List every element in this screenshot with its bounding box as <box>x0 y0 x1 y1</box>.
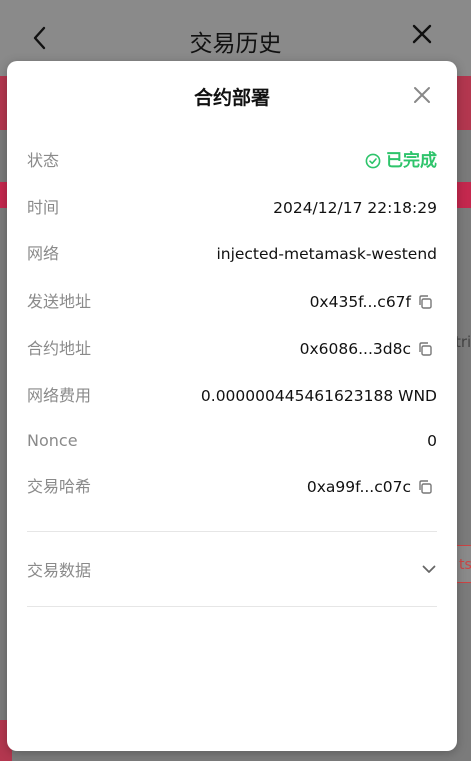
contract-address-row: 合约地址 0x6086...3d8c <box>27 337 437 361</box>
status-label: 状态 <box>27 151 60 170</box>
chevron-down-icon <box>422 565 436 573</box>
sender-address-value: 0x435f...c67f <box>309 293 411 311</box>
background-close-icon[interactable] <box>408 22 436 52</box>
transaction-hash-value: 0xa99f...c07c <box>306 478 411 496</box>
copy-icon[interactable] <box>417 479 433 495</box>
network-label: 网络 <box>27 244 60 263</box>
network-fee-row: 网络费用 0.000000445461623188 WND <box>27 384 437 408</box>
close-icon[interactable] <box>411 84 433 106</box>
contract-address-value: 0x6086...3d8c <box>299 340 411 358</box>
time-row: 时间 2024/12/17 22:18:29 <box>27 196 437 220</box>
transaction-detail-modal: 合约部署 状态 已完成 时间 2024/12/17 22:18:29 网络 in… <box>7 61 457 751</box>
background-side-text: tri <box>455 333 471 351</box>
divider <box>27 606 437 607</box>
nonce-label: Nonce <box>27 431 78 450</box>
contract-address-label: 合约地址 <box>27 339 92 358</box>
network-value: injected-metamask-westend <box>216 245 437 263</box>
copy-icon[interactable] <box>417 341 433 357</box>
transaction-data-label: 交易数据 <box>27 561 92 580</box>
status-row: 状态 已完成 <box>27 149 437 173</box>
screen: 交易历史 tri ts 合约部署 状态 已完成 时间 2024/12/17 22… <box>0 0 471 761</box>
background-page-title: 交易历史 <box>189 31 282 57</box>
transaction-data-toggle[interactable]: 交易数据 <box>27 554 437 584</box>
time-label: 时间 <box>27 198 60 217</box>
status-value: 已完成 <box>386 151 437 171</box>
network-row: 网络 injected-metamask-westend <box>27 242 437 266</box>
network-fee-value: 0.000000445461623188 WND <box>200 387 437 405</box>
copy-icon[interactable] <box>417 294 433 310</box>
transaction-hash-row: 交易哈希 0xa99f...c07c <box>27 475 437 499</box>
time-value: 2024/12/17 22:18:29 <box>273 199 437 217</box>
nonce-value: 0 <box>427 432 437 450</box>
transaction-hash-label: 交易哈希 <box>27 477 92 496</box>
sender-address-label: 发送地址 <box>27 292 92 311</box>
modal-title: 合约部署 <box>193 87 270 109</box>
divider <box>27 531 437 532</box>
nonce-row: Nonce 0 <box>27 429 437 453</box>
sender-address-row: 发送地址 0x435f...c67f <box>27 290 437 314</box>
check-circle-icon <box>365 153 381 169</box>
network-fee-label: 网络费用 <box>27 386 92 405</box>
